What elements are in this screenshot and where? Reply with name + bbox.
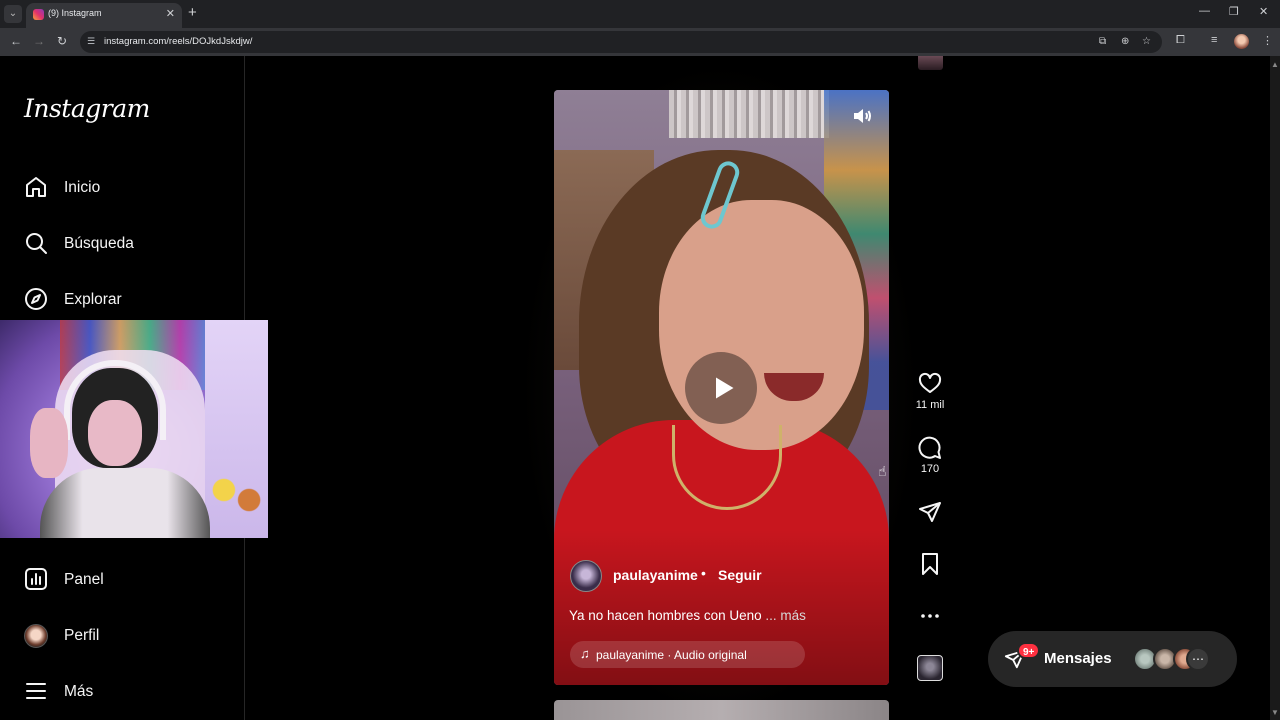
- author-username[interactable]: paulayanime: [613, 567, 698, 583]
- reel-video[interactable]: paulayanime • Seguir Ya no hacen hombres…: [554, 90, 889, 685]
- author-avatar[interactable]: [570, 560, 602, 592]
- zoom-icon[interactable]: ⊕: [1121, 36, 1129, 47]
- webcam-hand: [30, 408, 68, 478]
- play-button[interactable]: [685, 352, 757, 424]
- previous-reel-thumbnail[interactable]: [918, 56, 943, 70]
- scroll-up-arrow-icon[interactable]: ▲: [1271, 60, 1279, 69]
- back-arrow-icon[interactable]: ←: [10, 34, 22, 48]
- comment-count: 170: [920, 463, 940, 475]
- sidebar-item-label: Panel: [64, 571, 104, 588]
- tab-search-button[interactable]: ⌄: [4, 5, 22, 23]
- messages-label: Mensajes: [1044, 650, 1112, 667]
- search-icon: [26, 233, 47, 254]
- next-reel-preview[interactable]: [554, 700, 889, 720]
- sidebar-item-label: Más: [64, 683, 94, 700]
- audio-label: paulayanime · Audio original: [596, 648, 747, 662]
- unread-badge: 9+: [1017, 642, 1041, 659]
- comment-icon: [918, 436, 941, 459]
- sidebar-item-label: Inicio: [64, 179, 101, 196]
- new-tab-button[interactable]: +: [188, 4, 197, 21]
- like-count: 11 mil: [915, 399, 945, 411]
- messages-button[interactable]: 9+ Mensajes ⋯: [988, 631, 1237, 687]
- media-control-icon[interactable]: ≡: [1211, 34, 1217, 46]
- browser-tab[interactable]: (9) Instagram ✕: [26, 3, 182, 28]
- instagram-favicon-icon: [33, 9, 44, 20]
- comment-button[interactable]: 170: [908, 436, 952, 475]
- sidebar-item-explorar[interactable]: Explorar: [24, 285, 224, 315]
- home-icon: [26, 177, 46, 197]
- instagram-logo[interactable]: Instagram: [24, 94, 150, 123]
- address-bar[interactable]: ☰ instagram.com/reels/DOJkdJskdjw/ ⧉ ⊕ ☆: [80, 31, 1162, 53]
- browser-menu-icon[interactable]: ⋮: [1262, 34, 1273, 47]
- more-conversations-icon: ⋯: [1186, 647, 1210, 671]
- webcam-plushies: [205, 470, 268, 520]
- dashboard-icon: [25, 568, 47, 590]
- avatar: [24, 624, 48, 648]
- audio-thumbnail[interactable]: [917, 655, 943, 681]
- sidebar-item-mas[interactable]: Más: [24, 677, 224, 707]
- share-button[interactable]: [908, 500, 952, 524]
- url-text: instagram.com/reels/DOJkdJskdjw/: [104, 36, 253, 47]
- reel-face: [659, 200, 864, 450]
- follow-button[interactable]: Seguir: [718, 567, 762, 583]
- audio-attribution[interactable]: ♫ paulayanime · Audio original: [570, 641, 805, 668]
- more-horizontal-icon: [921, 614, 939, 618]
- webcam-shirt: [40, 468, 210, 538]
- bookmark-star-icon[interactable]: ☆: [1142, 36, 1151, 47]
- sidebar-item-panel[interactable]: Panel: [24, 565, 224, 595]
- separator-dot: •: [701, 565, 706, 581]
- save-button[interactable]: [908, 552, 952, 576]
- reel-manga-shelf: [669, 90, 829, 138]
- install-app-icon[interactable]: ⧉: [1099, 36, 1106, 47]
- sidebar-item-busqueda[interactable]: Búsqueda: [24, 229, 224, 259]
- window-close-button[interactable]: ✕: [1259, 5, 1268, 18]
- sidebar-item-label: Perfil: [64, 627, 100, 644]
- speaker-icon: [854, 109, 871, 123]
- sidebar-item-perfil[interactable]: Perfil: [24, 621, 224, 651]
- sidebar-item-label: Explorar: [64, 291, 122, 308]
- page-scrollbar[interactable]: [1270, 56, 1280, 720]
- restore-button[interactable]: ❐: [1229, 5, 1239, 18]
- tab-close-icon[interactable]: ✕: [166, 7, 175, 20]
- browser-tab-bar: ⌄ (9) Instagram ✕ + — ❐ ✕: [0, 0, 1280, 28]
- audio-toggle-button[interactable]: [850, 104, 874, 128]
- caption-more-link[interactable]: ... más: [762, 608, 806, 623]
- webcam-overlay: [0, 320, 268, 538]
- send-icon: [919, 502, 941, 522]
- reload-icon[interactable]: ↻: [57, 34, 67, 48]
- like-button[interactable]: 11 mil: [908, 372, 952, 411]
- sidebar-item-label: Búsqueda: [64, 235, 134, 252]
- extensions-icon[interactable]: ⧠: [1176, 34, 1185, 47]
- scroll-down-arrow-icon[interactable]: ▼: [1271, 708, 1279, 717]
- forward-arrow-icon[interactable]: →: [33, 34, 45, 48]
- menu-icon: [26, 683, 46, 699]
- sidebar-item-inicio[interactable]: Inicio: [24, 173, 224, 203]
- more-options-button[interactable]: [908, 604, 952, 628]
- browser-toolbar: ← → ↻ ☰ instagram.com/reels/DOJkdJskdjw/…: [0, 28, 1280, 56]
- reel-caption[interactable]: Ya no hacen hombres con Ueno ... más: [569, 608, 806, 623]
- music-note-icon: ♫: [580, 646, 590, 661]
- play-icon: [716, 377, 734, 399]
- browser-profile-avatar[interactable]: [1234, 34, 1249, 49]
- compass-icon: [25, 288, 47, 310]
- tab-title: (9) Instagram: [48, 8, 102, 18]
- caption-text: Ya no hacen hombres con Ueno: [569, 608, 762, 623]
- heart-icon: [918, 372, 942, 393]
- minimize-button[interactable]: —: [1199, 5, 1210, 17]
- bookmark-icon: [922, 553, 938, 575]
- site-info-icon[interactable]: ☰: [87, 36, 98, 47]
- hand-cursor-icon: ☝: [878, 463, 887, 479]
